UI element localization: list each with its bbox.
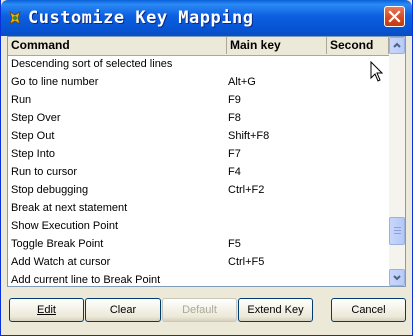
row-command: Show Execution Point	[11, 220, 119, 232]
chevron-down-icon	[393, 275, 401, 281]
key-mapping-list[interactable]: Command Main key Second Descending sort …	[7, 36, 406, 287]
row-command: Run to cursor	[11, 166, 78, 178]
column-header-second[interactable]: Second	[327, 37, 389, 54]
thumb-grip	[394, 233, 401, 234]
clear-button[interactable]: Clear	[85, 298, 161, 322]
clear-button-label: Clear	[109, 304, 137, 316]
list-row[interactable]: Descending sort of selected lines	[8, 55, 389, 73]
list-row[interactable]: Break at next statement	[8, 199, 389, 217]
window-title: Customize Key Mapping	[28, 8, 254, 28]
row-command: Go to line number	[11, 76, 99, 88]
column-header-main-key[interactable]: Main key	[227, 37, 327, 54]
list-row[interactable]: Step Into F7	[8, 145, 389, 163]
list-row[interactable]: Show Execution Point	[8, 217, 389, 235]
thumb-grip	[394, 230, 401, 231]
edit-button-label: Edit	[37, 304, 56, 316]
cancel-button[interactable]: Cancel	[331, 298, 406, 322]
cancel-button-label: Cancel	[351, 304, 386, 316]
extend-key-button[interactable]: Extend Key	[238, 298, 313, 322]
column-header-command[interactable]: Command	[8, 37, 227, 54]
default-button-label: Default	[182, 304, 217, 316]
vertical-scrollbar[interactable]	[389, 37, 405, 286]
row-command: Break at next statement	[11, 202, 128, 214]
list-row[interactable]: Add current line to Break Point	[8, 271, 389, 286]
edit-button[interactable]: Edit	[9, 298, 84, 322]
list-row[interactable]: Go to line number Alt+G	[8, 73, 389, 91]
row-main-key: F4	[228, 166, 241, 178]
default-button[interactable]: Default	[162, 298, 237, 322]
row-command: Step Over	[11, 112, 61, 124]
list-row[interactable]: Add Watch at cursor Ctrl+F5	[8, 253, 389, 271]
app-icon	[9, 11, 21, 25]
chevron-up-icon	[393, 42, 401, 48]
row-main-key: Ctrl+F5	[228, 256, 265, 268]
scroll-up-button[interactable]	[389, 37, 405, 54]
list-row[interactable]: Toggle Break Point F5	[8, 235, 389, 253]
mouse-pointer-icon	[370, 61, 384, 82]
row-main-key: Alt+G	[228, 76, 256, 88]
extend-key-button-label: Extend Key	[247, 304, 304, 316]
list-row[interactable]: Step Out Shift+F8	[8, 127, 389, 145]
row-command: Run	[11, 94, 32, 106]
thumb-grip	[394, 227, 401, 228]
row-main-key: F9	[228, 94, 241, 106]
close-icon	[388, 10, 401, 23]
scroll-down-button[interactable]	[389, 269, 405, 286]
list-row[interactable]: Stop debugging Ctrl+F2	[8, 181, 389, 199]
row-command: Step Into	[11, 148, 56, 160]
row-command: Add current line to Break Point	[11, 274, 161, 286]
title-bar[interactable]: Customize Key Mapping	[1, 0, 412, 36]
key-mapping-dialog: Customize Key Mapping Command Main key S…	[0, 0, 413, 336]
row-command: Add Watch at cursor	[11, 256, 111, 268]
list-header: Command Main key Second	[8, 37, 389, 56]
row-main-key: Shift+F8	[228, 130, 270, 142]
close-button[interactable]	[384, 6, 405, 27]
row-command: Stop debugging	[11, 184, 89, 196]
list-row[interactable]: Run F9	[8, 91, 389, 109]
scrollbar-thumb[interactable]	[389, 217, 405, 245]
row-command: Descending sort of selected lines	[11, 58, 173, 70]
row-command: Step Out	[11, 130, 55, 142]
row-main-key: Ctrl+F2	[228, 184, 265, 196]
row-main-key: F8	[228, 112, 241, 124]
row-command: Toggle Break Point	[11, 238, 104, 250]
row-main-key: F7	[228, 148, 241, 160]
list-row[interactable]: Step Over F8	[8, 109, 389, 127]
row-main-key: F5	[228, 238, 241, 250]
list-row[interactable]: Run to cursor F4	[8, 163, 389, 181]
